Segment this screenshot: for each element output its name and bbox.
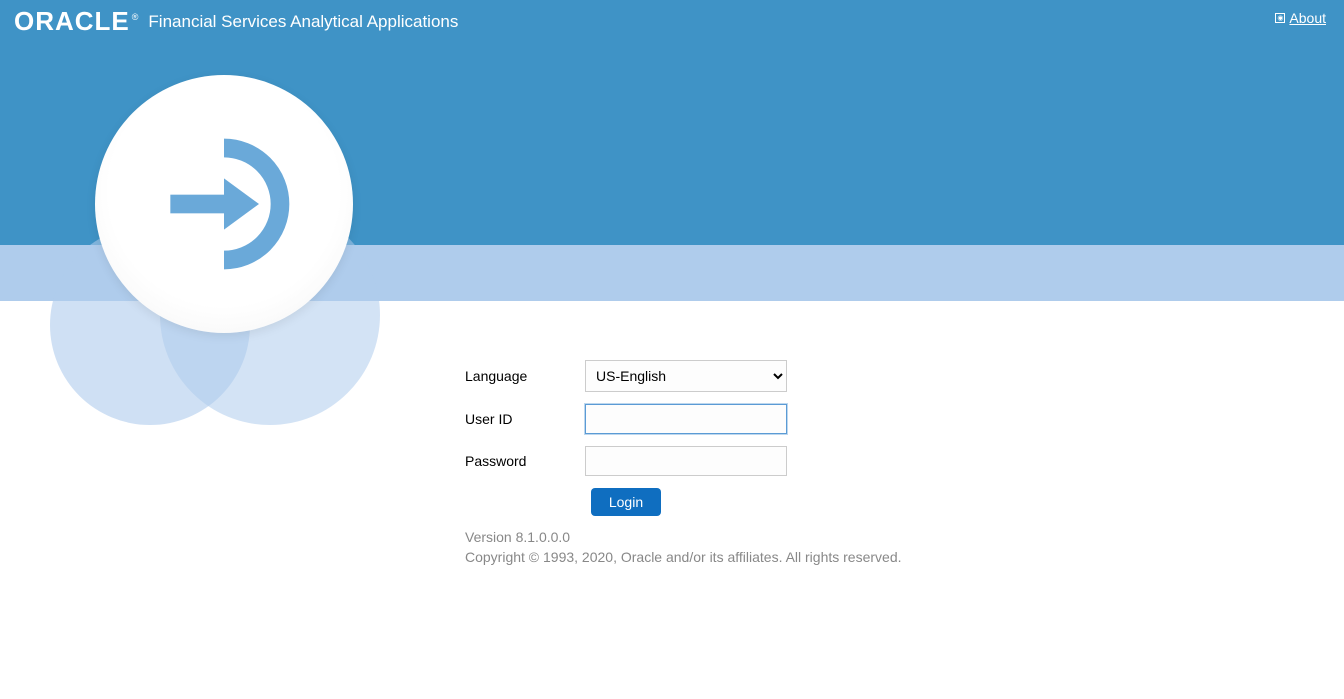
footer: Version 8.1.0.0.0 Copyright © 1993, 2020… xyxy=(465,528,902,567)
userid-input[interactable] xyxy=(585,404,787,434)
userid-label: User ID xyxy=(465,411,585,427)
brand-company: ORACLE xyxy=(14,8,130,34)
password-row: Password xyxy=(465,446,885,476)
version-text: Version 8.1.0.0.0 xyxy=(465,528,902,548)
language-select[interactable]: US-English xyxy=(585,360,787,392)
password-label: Password xyxy=(465,453,585,469)
about-link-container: ◉ About xyxy=(1275,10,1326,26)
login-form: Language US-English User ID Password Log… xyxy=(465,360,885,516)
brand-block: ORACLE ® Financial Services Analytical A… xyxy=(14,8,458,34)
about-icon: ◉ xyxy=(1275,13,1285,23)
brand-app-name: Financial Services Analytical Applicatio… xyxy=(148,10,458,34)
password-input[interactable] xyxy=(585,446,787,476)
login-button[interactable]: Login xyxy=(591,488,661,516)
copyright-text: Copyright © 1993, 2020, Oracle and/or it… xyxy=(465,548,902,568)
language-row: Language US-English xyxy=(465,360,885,392)
language-label: Language xyxy=(465,368,585,384)
brand-registered-mark: ® xyxy=(132,12,139,22)
login-arrow-icon xyxy=(154,134,294,274)
userid-row: User ID xyxy=(465,404,885,434)
hero-graphic xyxy=(50,75,390,415)
hero-circle-main xyxy=(95,75,353,333)
about-link[interactable]: About xyxy=(1289,10,1326,26)
login-button-row: Login xyxy=(465,488,787,516)
